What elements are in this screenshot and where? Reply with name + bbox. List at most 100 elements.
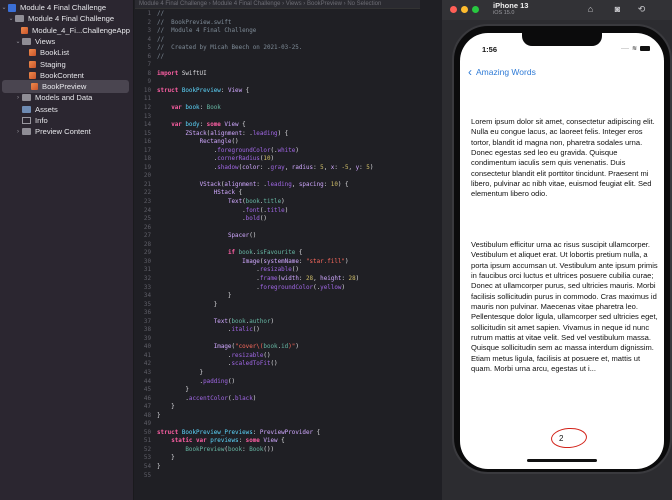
- line-number: 28: [143, 241, 151, 248]
- code-line[interactable]: 32 .frame(width: 28, height: 28): [135, 275, 420, 284]
- code-line[interactable]: 49: [135, 420, 420, 429]
- code-line[interactable]: 6 //: [135, 53, 420, 62]
- code-line[interactable]: 22 HStack {: [135, 189, 420, 198]
- code-editor[interactable]: Module 4 Final Challenge › Module 4 Fina…: [135, 0, 420, 500]
- code-line[interactable]: 51 static var previews: some View {: [135, 437, 420, 446]
- code-line[interactable]: 46 .accentColor(.black): [135, 395, 420, 404]
- navigator-item-label: Views: [35, 36, 56, 46]
- chevron-right-icon[interactable]: ›: [14, 129, 22, 135]
- code-line[interactable]: 25 .bold(): [135, 215, 420, 224]
- line-number: 21: [143, 181, 151, 188]
- code-text: static var previews: some View {: [171, 438, 285, 445]
- minimize-button[interactable]: [461, 6, 468, 13]
- code-line[interactable]: 3 // Module 4 Final Challenge: [135, 27, 420, 36]
- line-number: 49: [143, 421, 151, 428]
- close-button[interactable]: [450, 6, 457, 13]
- code-text: //: [157, 36, 165, 43]
- code-text: HStack {: [213, 190, 243, 197]
- line-number: 23: [143, 199, 151, 206]
- code-line[interactable]: 10 struct BookPreview: View {: [135, 87, 420, 96]
- code-line[interactable]: 54}: [135, 463, 420, 472]
- chevron-down-icon[interactable]: ⌄: [7, 15, 15, 22]
- home-icon[interactable]: ⌂: [585, 4, 596, 15]
- code-text: // BookPreview.swift: [157, 19, 232, 26]
- project-icon: [8, 3, 16, 12]
- code-line[interactable]: 20: [135, 172, 420, 181]
- code-line[interactable]: 14 var body: some View {: [135, 121, 420, 130]
- code-line[interactable]: 34 }: [135, 292, 420, 301]
- home-indicator[interactable]: [527, 459, 597, 462]
- code-line[interactable]: 43 }: [135, 369, 420, 378]
- line-number: 45: [143, 387, 151, 394]
- code-line[interactable]: 13: [135, 113, 420, 122]
- line-number: 43: [143, 369, 151, 376]
- code-line[interactable]: 17 .foregroundColor(.white): [135, 147, 420, 156]
- code-line[interactable]: 26: [135, 224, 420, 233]
- code-line[interactable]: 37 Text(book.author): [135, 318, 420, 327]
- navigator-item[interactable]: › Preview Content: [0, 125, 130, 138]
- device-screen[interactable]: 1:56 ···· ≋ ‹ Amazing Words Lorem ipsum …: [460, 33, 664, 469]
- line-number: 27: [143, 233, 151, 240]
- code-text: }: [157, 412, 161, 419]
- code-line[interactable]: 1 //: [135, 10, 420, 19]
- line-number: 22: [143, 190, 151, 197]
- code-line[interactable]: 38 .italic(): [135, 326, 420, 335]
- code-line[interactable]: 5 // Created by Micah Beech on 2021-03-25…: [135, 44, 420, 53]
- jump-bar[interactable]: Module 4 Final Challenge › Module 4 Fina…: [135, 0, 420, 9]
- code-line[interactable]: 55: [135, 472, 420, 481]
- code-text: var book: Book: [171, 105, 221, 112]
- chevron-down-icon[interactable]: ⌄: [0, 4, 8, 11]
- code-line[interactable]: 45 }: [135, 386, 420, 395]
- line-number: 48: [143, 412, 151, 419]
- code-line[interactable]: 23 Text(book.title): [135, 198, 420, 207]
- code-line[interactable]: 19 .shadow(color: .gray, radius: 5, x: -…: [135, 164, 420, 173]
- code-line[interactable]: 2 // BookPreview.swift: [135, 19, 420, 28]
- code-line[interactable]: 31 .resizable(): [135, 266, 420, 275]
- code-line[interactable]: 30 Image(systemName: "star.fill"): [135, 258, 420, 267]
- chevron-down-icon[interactable]: ⌄: [14, 38, 22, 45]
- code-line[interactable]: 50 struct BookPreview_Previews: PreviewPr…: [135, 429, 420, 438]
- line-number: 40: [143, 344, 151, 351]
- code-line[interactable]: 4 //: [135, 36, 420, 45]
- folder-icon: [15, 15, 24, 23]
- code-text: Text(book.title): [227, 199, 285, 206]
- code-line[interactable]: 27 Spacer(): [135, 232, 420, 241]
- zoom-button[interactable]: [472, 6, 479, 13]
- code-line[interactable]: 33 .foregroundColor(.yellow): [135, 284, 420, 293]
- code-line[interactable]: 52 BookPreview(book: Book()): [135, 446, 420, 455]
- code-line[interactable]: 9: [135, 78, 420, 87]
- code-line[interactable]: 8 import SwiftUI: [135, 70, 420, 79]
- code-line[interactable]: 44 .padding(): [135, 378, 420, 387]
- code-line[interactable]: 28: [135, 241, 420, 250]
- code-line[interactable]: 42 .scaledToFit(): [135, 360, 420, 369]
- line-number: 33: [143, 284, 151, 291]
- back-button[interactable]: ‹ Amazing Words: [468, 66, 536, 78]
- code-line[interactable]: 41 .resizable(): [135, 352, 420, 361]
- code-text: .resizable(): [157, 352, 271, 359]
- code-line[interactable]: 29 if book.isFavourite {: [135, 249, 420, 258]
- screenshot-icon[interactable]: ◙: [612, 4, 623, 15]
- code-line[interactable]: 53 }: [135, 454, 420, 463]
- code-line[interactable]: 24 .font(.title): [135, 207, 420, 216]
- code-line[interactable]: 12 var book: Book: [135, 104, 420, 113]
- code-line[interactable]: 15 ZStack(alignment: .leading) {: [135, 130, 420, 139]
- code-line[interactable]: 35 }: [135, 301, 420, 310]
- code-line[interactable]: 40 Image("cover\(book.id)"): [135, 343, 420, 352]
- code-line[interactable]: 11: [135, 95, 420, 104]
- code-line[interactable]: 39: [135, 335, 420, 344]
- swift-icon: [29, 49, 36, 57]
- line-number: 5: [147, 45, 151, 52]
- code-line[interactable]: 48}: [135, 412, 420, 421]
- code-line[interactable]: 7: [135, 61, 420, 70]
- battery-icon: [640, 46, 650, 51]
- chevron-right-icon[interactable]: ›: [14, 95, 22, 101]
- code-line[interactable]: 16 Rectangle(): [135, 138, 420, 147]
- code-line[interactable]: 36: [135, 309, 420, 318]
- code-line[interactable]: 21 VStack(alignment: .leading, spacing: …: [135, 181, 420, 190]
- rotate-icon[interactable]: ⟲: [636, 4, 647, 15]
- code-text: .cornerRadius(10): [157, 156, 275, 163]
- code-line[interactable]: 18 .cornerRadius(10): [135, 155, 420, 164]
- code-line[interactable]: 47 }: [135, 403, 420, 412]
- code-text: .foregroundColor(.yellow): [157, 284, 345, 291]
- source-code[interactable]: 1 // 2 // BookPreview.swift 3 // Module 4 Fin…: [135, 10, 420, 480]
